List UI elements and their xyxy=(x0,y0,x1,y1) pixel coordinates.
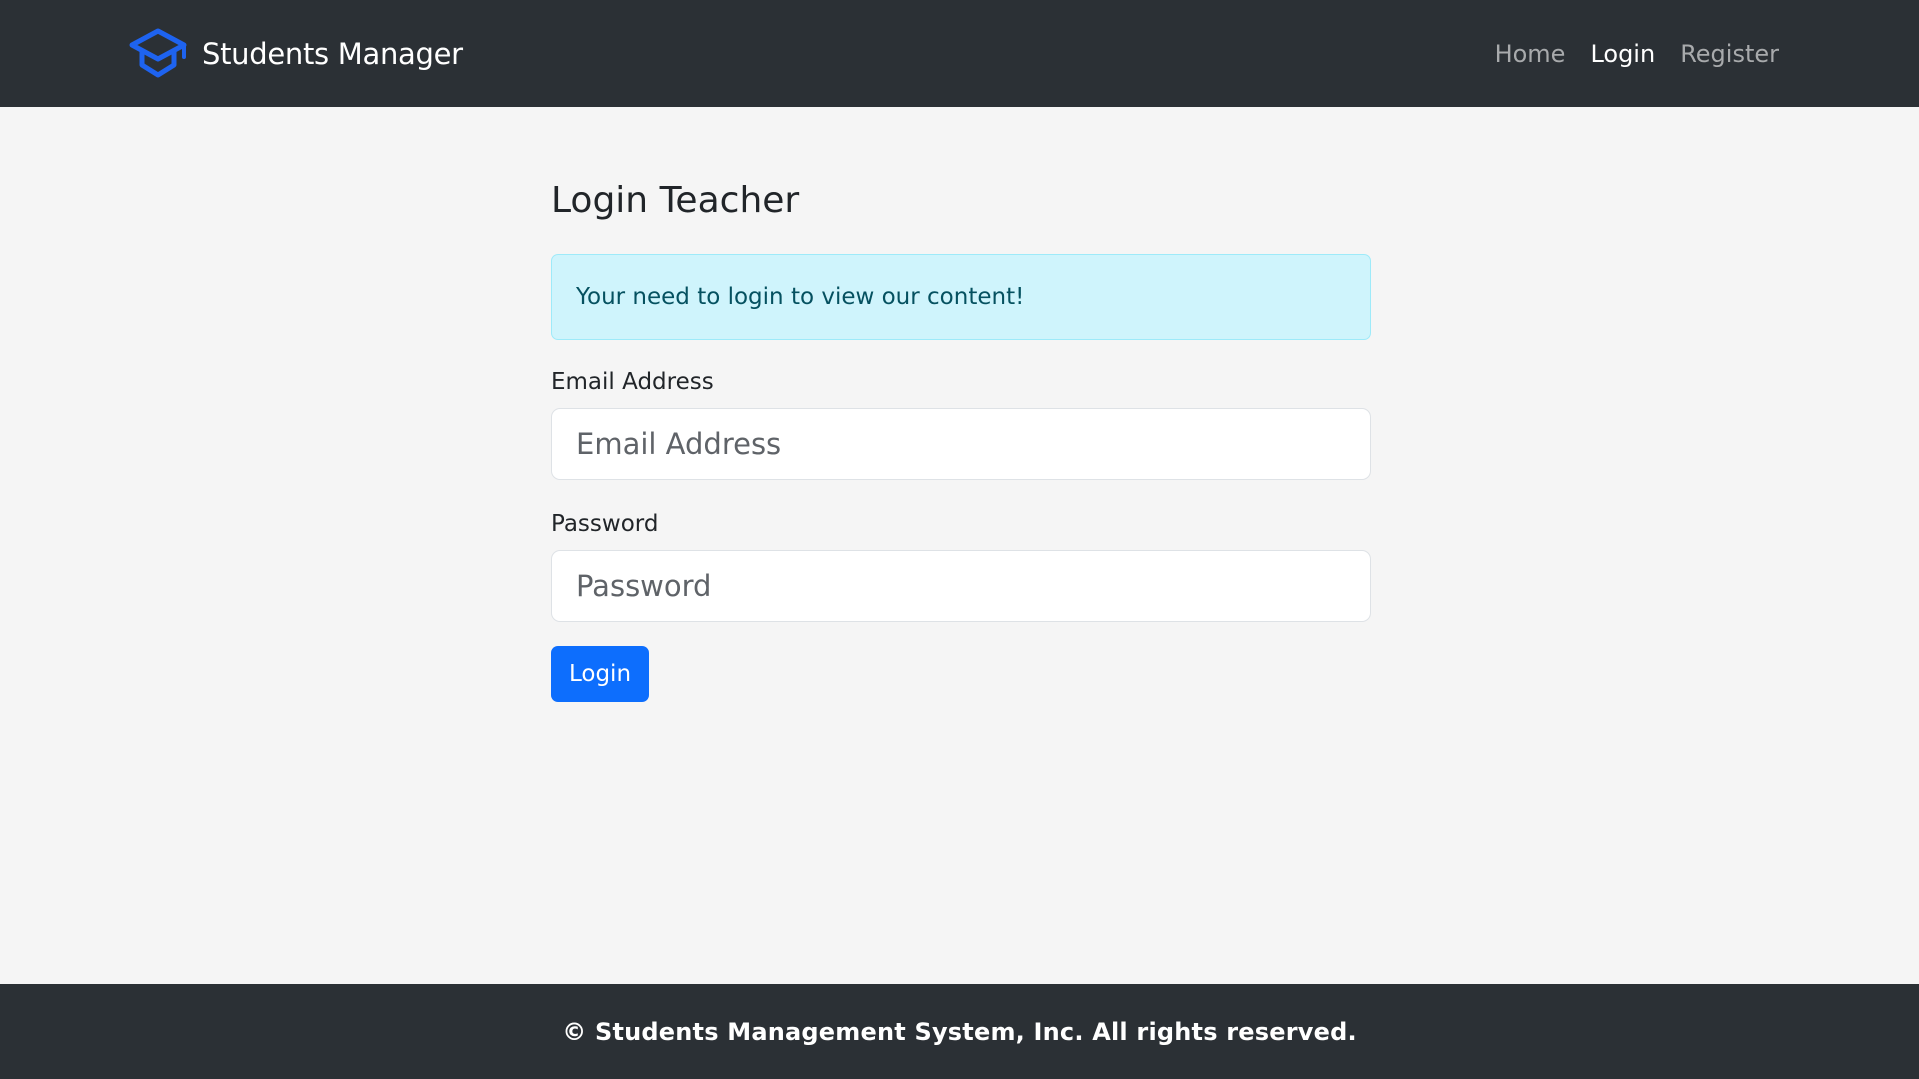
main-content: Login Teacher Your need to login to view… xyxy=(551,107,1371,702)
brand-link[interactable]: Students Manager xyxy=(128,27,463,81)
nav-login-link[interactable]: Login xyxy=(1590,40,1655,68)
page-footer: © Students Management System, Inc. All r… xyxy=(0,984,1919,1079)
brand-name: Students Manager xyxy=(202,36,463,71)
info-alert: Your need to login to view our content! xyxy=(551,254,1371,340)
nav-links: Home Login Register xyxy=(1495,40,1779,68)
footer-copyright: © Students Management System, Inc. All r… xyxy=(562,1017,1357,1046)
password-label: Password xyxy=(551,511,659,537)
nav-register-link[interactable]: Register xyxy=(1680,40,1779,68)
login-form: Email Address Password Login xyxy=(551,369,1371,702)
login-button[interactable]: Login xyxy=(551,646,649,702)
graduation-cap-icon xyxy=(128,27,188,81)
email-input[interactable] xyxy=(551,408,1371,480)
email-label: Email Address xyxy=(551,369,714,395)
nav-home-link[interactable]: Home xyxy=(1495,40,1566,68)
page-title: Login Teacher xyxy=(551,180,800,221)
alert-message: Your need to login to view our content! xyxy=(576,284,1025,310)
top-navbar: Students Manager Home Login Register xyxy=(0,0,1919,107)
password-input[interactable] xyxy=(551,550,1371,622)
